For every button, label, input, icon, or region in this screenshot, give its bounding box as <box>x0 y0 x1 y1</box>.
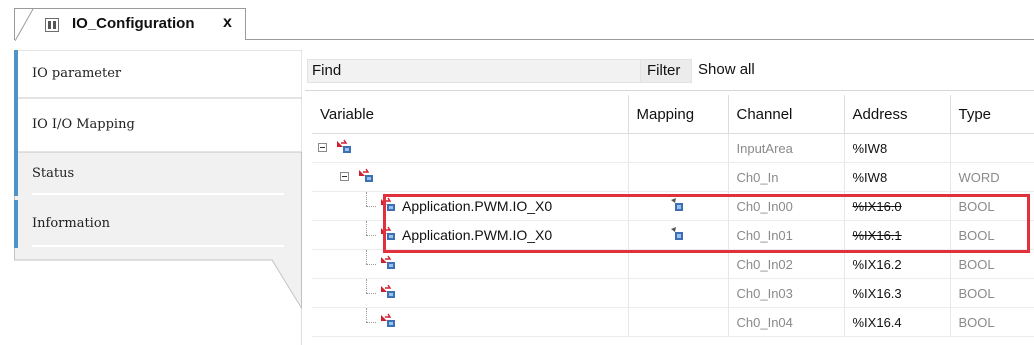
config-nav-panel: IO parameter IO I/O Mapping Status Infor… <box>14 50 302 345</box>
address-cell: %IX16.2 <box>844 249 951 279</box>
mapping-cell[interactable] <box>628 191 729 221</box>
filter-label: Filter <box>647 62 681 79</box>
variable-cell[interactable] <box>312 162 629 192</box>
nav-item-label: IO I/O Mapping <box>32 117 135 132</box>
type-cell <box>950 133 1034 163</box>
nav-item-label: IO parameter <box>32 66 122 81</box>
table-row[interactable]: Ch0_In04 %IX16.4 BOOL <box>312 307 1034 337</box>
nav-item-information[interactable]: Information <box>14 200 302 248</box>
tree-connector <box>366 264 376 265</box>
nav-item-io-mapping[interactable]: IO I/O Mapping <box>14 98 302 152</box>
nav-item-io-parameter[interactable]: IO parameter <box>14 50 302 98</box>
type-cell: WORD <box>950 162 1034 192</box>
channel-cell: Ch0_In04 <box>728 307 845 337</box>
table-row[interactable]: Ch0_In %IW8 WORD <box>312 162 1034 192</box>
address-cell: %IX16.3 <box>844 278 951 308</box>
channel-input-icon <box>381 255 395 269</box>
variable-cell[interactable]: Application.PWM.IO_X0 <box>312 220 629 250</box>
channel-input-icon <box>359 168 373 182</box>
nav-item-label: Information <box>32 216 111 231</box>
address-cell: %IX16.4 <box>844 307 951 337</box>
tab-strip-divider <box>246 39 1034 40</box>
tree-connector <box>366 206 376 207</box>
filter-button[interactable]: Filter <box>640 59 692 83</box>
column-header-type[interactable]: Type <box>950 95 1034 134</box>
address-cell: %IW8 <box>844 162 951 192</box>
variable-cell[interactable]: Application.PWM.IO_X0 <box>312 191 629 221</box>
channel-cell: Ch0_In01 <box>728 220 845 250</box>
table-row[interactable]: Ch0_In02 %IX16.2 BOOL <box>312 249 1034 279</box>
device-icon <box>45 18 59 32</box>
channel-cell: Ch0_In00 <box>728 191 845 221</box>
map-existing-variable-icon[interactable] <box>669 197 687 213</box>
variable-name[interactable]: Application.PWM.IO_X0 <box>402 198 552 214</box>
address-cell: %IW8 <box>844 133 951 163</box>
mapping-cell[interactable] <box>628 220 729 250</box>
close-icon[interactable]: x <box>223 14 232 32</box>
channel-cell: Ch0_In <box>728 162 845 192</box>
tab-io-configuration[interactable]: IO_Configuration x <box>14 8 246 41</box>
tree-connector <box>366 221 367 235</box>
table-header-row: Variable Mapping Channel Address Type <box>312 95 1034 134</box>
channel-cell: Ch0_In03 <box>728 278 845 308</box>
channel-input-icon <box>337 139 351 153</box>
nav-item-status[interactable]: Status <box>14 152 302 196</box>
column-header-mapping[interactable]: Mapping <box>628 95 729 134</box>
table-row[interactable]: Application.PWM.IO_X0 Ch0_In01 %IX16.1 BOOL <box>312 220 1034 250</box>
mapping-toolbar: Find Filter Show all <box>305 50 1034 91</box>
mapping-cell[interactable] <box>628 162 729 192</box>
find-label: Find <box>312 62 342 79</box>
tab-slant-decoration <box>15 9 34 41</box>
address-cell: %IX16.0 <box>844 191 951 221</box>
channel-input-icon <box>381 197 395 211</box>
mapping-cell[interactable] <box>628 133 729 163</box>
collapse-toggle-icon[interactable] <box>340 172 349 181</box>
nav-item-accent <box>14 152 18 196</box>
column-header-variable[interactable]: Variable <box>312 95 629 134</box>
mapping-cell[interactable] <box>628 249 729 279</box>
variable-name[interactable]: Application.PWM.IO_X0 <box>402 227 552 243</box>
mapping-cell[interactable] <box>628 278 729 308</box>
table-row[interactable]: Application.PWM.IO_X0 Ch0_In00 %IX16.0 BOOL <box>312 191 1034 221</box>
tree-connector <box>366 235 376 236</box>
variable-cell[interactable] <box>312 278 629 308</box>
table-row[interactable]: InputArea %IW8 <box>312 133 1034 163</box>
type-cell: BOOL <box>950 220 1034 250</box>
variable-cell[interactable] <box>312 307 629 337</box>
type-cell: BOOL <box>950 278 1034 308</box>
nav-item-accent <box>14 200 18 248</box>
channel-cell: Ch0_In02 <box>728 249 845 279</box>
channel-input-icon <box>381 284 395 298</box>
find-input[interactable]: Find <box>307 59 652 83</box>
nav-item-accent <box>14 98 18 152</box>
collapse-toggle-icon[interactable] <box>318 143 327 152</box>
column-header-address[interactable]: Address <box>844 95 951 134</box>
nav-item-accent <box>14 50 18 98</box>
nav-item-label: Status <box>32 166 75 181</box>
tree-connector <box>366 250 367 264</box>
column-header-channel[interactable]: Channel <box>728 95 845 134</box>
variable-cell[interactable] <box>312 249 629 279</box>
tree-connector <box>366 192 367 206</box>
tree-connector <box>366 293 376 294</box>
tab-title: IO_Configuration <box>72 15 195 32</box>
filter-select[interactable]: Show all <box>698 61 755 78</box>
variable-cell[interactable] <box>312 133 629 163</box>
tree-connector <box>366 322 376 323</box>
editor-tab-strip: IO_Configuration x <box>0 0 1034 41</box>
type-cell: BOOL <box>950 191 1034 221</box>
channel-input-icon <box>381 313 395 327</box>
io-mapping-table: Variable Mapping Channel Address Type In… <box>312 95 1034 345</box>
channel-cell: InputArea <box>728 133 845 163</box>
tree-connector <box>366 308 367 322</box>
table-row[interactable]: Ch0_In03 %IX16.3 BOOL <box>312 278 1034 308</box>
mapping-cell[interactable] <box>628 307 729 337</box>
map-existing-variable-icon[interactable] <box>669 226 687 242</box>
type-cell: BOOL <box>950 307 1034 337</box>
tree-connector <box>366 279 367 293</box>
address-cell: %IX16.1 <box>844 220 951 250</box>
type-cell: BOOL <box>950 249 1034 279</box>
channel-input-icon <box>381 226 395 240</box>
